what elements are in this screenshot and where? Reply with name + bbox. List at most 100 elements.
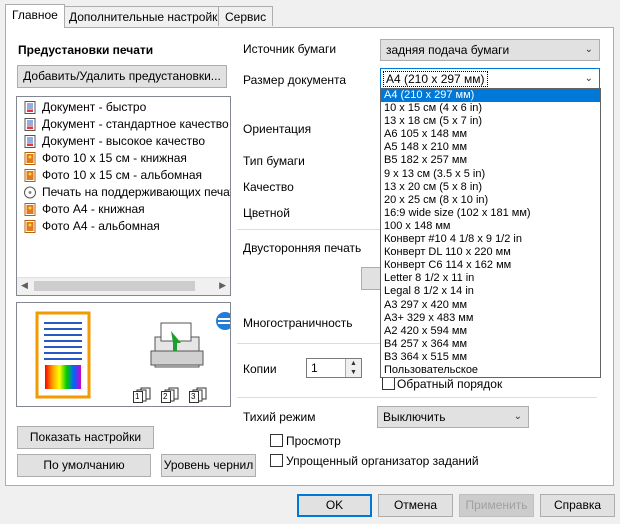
preset-item[interactable]: Печать на поддерживающих печать: [17, 184, 230, 201]
doc-size-option[interactable]: A3 297 x 420 мм: [381, 299, 600, 312]
doc-size-option[interactable]: 20 x 25 см (8 x 10 in): [381, 194, 600, 207]
duplex-label: Двусторонняя печать: [243, 241, 362, 255]
preset-item-label: Документ - быстро: [42, 100, 147, 114]
doc-size-option[interactable]: Конверт C6 114 x 162 мм: [381, 259, 600, 272]
reverse-order-checkbox[interactable]: [382, 377, 395, 390]
tab-service[interactable]: Сервис: [218, 6, 274, 26]
photo-icon: [24, 220, 36, 233]
doc-size-option[interactable]: A3+ 329 x 483 мм: [381, 312, 600, 325]
job-arranger-label: Упрощенный организатор заданий: [286, 454, 479, 468]
document-icon: [24, 135, 36, 148]
scroll-right-icon[interactable]: ▶: [219, 280, 226, 291]
quality-label: Качество: [243, 180, 294, 194]
presets-title: Предустановки печати: [18, 43, 154, 57]
collate-copy-icon: 2: [161, 387, 181, 403]
doc-size-option[interactable]: 100 x 148 мм: [381, 220, 600, 233]
doc-size-option[interactable]: A5 148 x 210 мм: [381, 141, 600, 154]
chevron-down-icon: ⌄: [513, 411, 522, 422]
photo-icon: [24, 152, 36, 165]
paper-source-value: задняя подача бумаги: [386, 43, 510, 57]
job-arranger-checkbox[interactable]: [270, 454, 283, 467]
preview-checkbox[interactable]: [270, 434, 283, 447]
preset-item-label: Документ - стандартное качество: [42, 117, 229, 131]
doc-size-option[interactable]: Legal 8 1/2 x 14 in: [381, 285, 600, 298]
disc-icon: [24, 186, 36, 199]
preset-item[interactable]: Фото A4 - книжная: [17, 201, 230, 218]
scrollbar-thumb[interactable]: [34, 281, 195, 291]
presets-list[interactable]: Документ - быстро Документ - стандартное …: [16, 96, 231, 296]
doc-size-option[interactable]: 16:9 wide size (102 x 181 мм): [381, 207, 600, 220]
doc-size-option[interactable]: Конверт DL 110 x 220 мм: [381, 246, 600, 259]
copies-value: 1: [311, 361, 318, 375]
preview-label: Просмотр: [286, 434, 341, 448]
doc-size-option[interactable]: 9 x 13 см (3.5 x 5 in): [381, 168, 600, 181]
spin-down-icon[interactable]: ▼: [346, 368, 361, 377]
doc-size-option[interactable]: 10 x 15 см (4 x 6 in): [381, 102, 600, 115]
chevron-down-icon: ⌄: [584, 44, 593, 55]
doc-size-option[interactable]: 13 x 20 см (5 x 8 in): [381, 181, 600, 194]
preset-item[interactable]: Документ - стандартное качество: [17, 116, 230, 133]
doc-size-option[interactable]: 13 x 18 см (5 x 7 in): [381, 115, 600, 128]
tab-main[interactable]: Главное: [5, 4, 65, 28]
doc-size-option[interactable]: Пользовательское: [381, 364, 600, 377]
paper-type-label: Тип бумаги: [243, 154, 305, 168]
doc-size-option[interactable]: A6 105 x 148 мм: [381, 128, 600, 141]
photo-icon: [24, 203, 36, 216]
doc-size-option[interactable]: Letter 8 1/2 x 11 in: [381, 272, 600, 285]
doc-size-option[interactable]: B4 257 x 364 мм: [381, 338, 600, 351]
doc-size-value: A4 (210 x 297 мм): [383, 71, 488, 87]
scroll-left-icon[interactable]: ◀: [21, 280, 28, 291]
doc-size-label: Размер документа: [243, 73, 347, 87]
show-settings-button[interactable]: Показать настройки: [17, 426, 154, 449]
doc-size-option[interactable]: A4 (210 x 297 мм): [381, 89, 600, 103]
tab-advanced-settings[interactable]: Дополнительные настройки: [62, 6, 232, 26]
preset-item[interactable]: Фото 10 x 15 см - альбомная: [17, 167, 230, 184]
reverse-order-label: Обратный порядок: [397, 377, 503, 391]
copies-label: Копии: [243, 362, 277, 376]
preset-item-label: Фото 10 x 15 см - альбомная: [42, 168, 203, 182]
cancel-button[interactable]: Отмена: [378, 494, 453, 517]
divider: [237, 397, 597, 398]
preset-item-label: Печать на поддерживающих печать: [42, 185, 231, 199]
doc-size-option[interactable]: B5 182 x 257 мм: [381, 154, 600, 167]
doc-size-select[interactable]: A4 (210 x 297 мм) ⌄: [380, 68, 600, 90]
doc-size-option[interactable]: Конверт #10 4 1/8 x 9 1/2 in: [381, 233, 600, 246]
ok-button[interactable]: OK: [297, 494, 372, 517]
preset-item-label: Фото A4 - альбомная: [42, 219, 160, 233]
multipage-label: Многостраничность: [243, 316, 353, 330]
quiet-mode-value: Выключить: [383, 410, 446, 424]
apply-button[interactable]: Применить: [459, 494, 534, 517]
horizontal-scrollbar[interactable]: ◀ ▶: [17, 277, 230, 295]
print-preview-area: 1 2 3: [16, 302, 231, 407]
photo-icon: [24, 169, 36, 182]
preset-item[interactable]: Документ - высокое качество: [17, 133, 230, 150]
color-label: Цветной: [243, 206, 290, 220]
document-icon: [24, 118, 36, 131]
spin-up-icon[interactable]: ▲: [346, 359, 361, 368]
ink-levels-button[interactable]: Уровень чернил: [161, 454, 256, 477]
doc-size-option[interactable]: A2 420 x 594 мм: [381, 325, 600, 338]
quiet-mode-select[interactable]: Выключить ⌄: [377, 406, 529, 428]
preset-item[interactable]: Фото A4 - альбомная: [17, 218, 230, 235]
preset-item-label: Фото 10 x 15 см - книжная: [42, 151, 187, 165]
doc-size-option[interactable]: B3 364 x 515 мм: [381, 351, 600, 364]
copy-number: 1: [135, 392, 140, 401]
preset-item-label: Фото A4 - книжная: [42, 202, 145, 216]
document-icon: [24, 101, 36, 114]
copy-number: 3: [191, 392, 196, 401]
quiet-mode-label: Тихий режим: [243, 410, 316, 424]
preset-item[interactable]: Фото 10 x 15 см - книжная: [17, 150, 230, 167]
add-remove-presets-button[interactable]: Добавить/Удалить предустановки...: [17, 65, 227, 88]
copies-stepper[interactable]: 1 ▲ ▼: [306, 358, 362, 378]
paper-source-select[interactable]: задняя подача бумаги ⌄: [380, 39, 600, 61]
collate-copy-icon: 1: [133, 387, 153, 403]
chevron-down-icon: ⌄: [584, 73, 593, 84]
help-button[interactable]: Справка: [540, 494, 615, 517]
preset-item-label: Документ - высокое качество: [42, 134, 206, 148]
doc-size-dropdown-list[interactable]: A4 (210 x 297 мм) 10 x 15 см (4 x 6 in) 13…: [380, 88, 601, 378]
orientation-label: Ориентация: [243, 122, 312, 136]
preset-item[interactable]: Документ - быстро: [17, 99, 230, 116]
defaults-button[interactable]: По умолчанию: [17, 454, 151, 477]
collate-copy-icon: 3: [189, 387, 209, 403]
paper-source-label: Источник бумаги: [243, 42, 337, 56]
